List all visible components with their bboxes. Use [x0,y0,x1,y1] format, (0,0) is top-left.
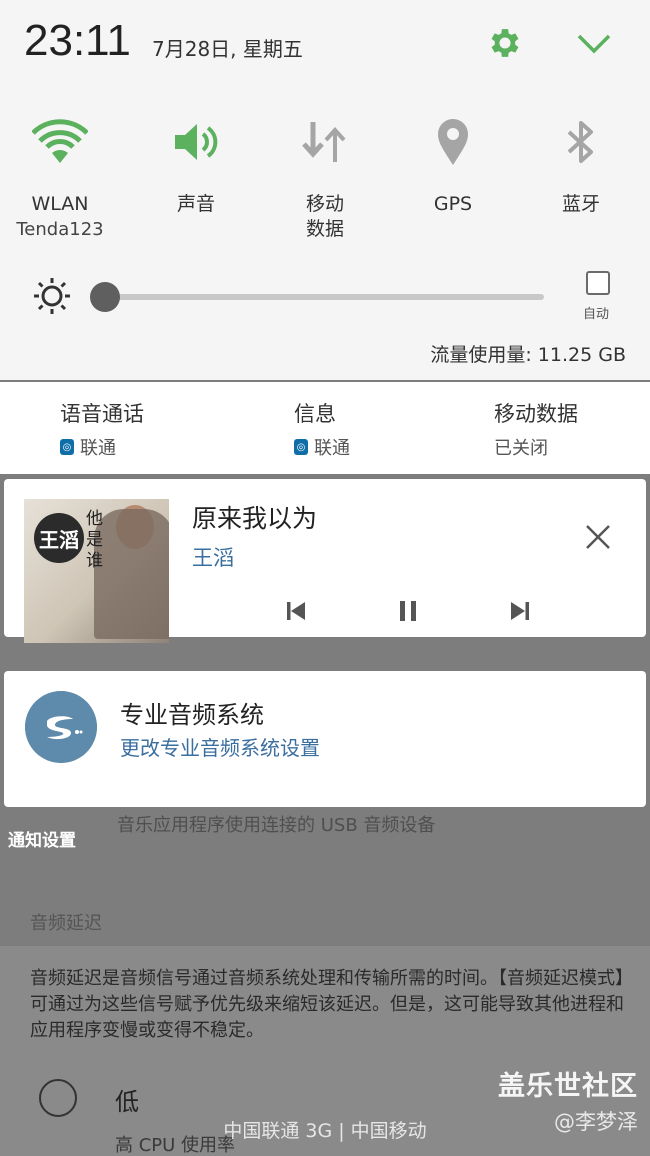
sim-voice-call[interactable]: 语音通话 ◎ 联通 [60,398,144,460]
sim-messages[interactable]: 信息 ◎ 联通 [294,398,350,460]
sim-messages-value: 联通 [314,438,350,459]
wifi-icon [32,119,88,163]
gps-label: GPS [433,193,473,215]
sim-mobile-data[interactable]: 移动数据 已关闭 [494,398,578,460]
volume-icon [175,124,218,160]
wlan-ssid: Tenda123 [16,219,104,240]
pro-audio-title: 专业音频系统 [120,701,264,729]
auto-brightness-checkbox[interactable] [586,271,610,295]
sim-data-title: 移动数据 [494,402,578,426]
toggle-sound[interactable]: 声音 [146,112,246,217]
watermark-author: @李梦泽 [554,1110,638,1134]
song-title: 原来我以为 [192,504,318,533]
bluetooth-icon [567,121,593,163]
album-art-title-vertical: 他是谁 [86,509,103,571]
usb-audio-description: 音乐应用程序使用连接的 USB 音频设备 [117,815,436,836]
sim-voice-title: 语音通话 [60,402,144,426]
album-art: 王滔 他是谁 [24,499,169,643]
toggle-mobile-data[interactable]: 移动 数据 [275,112,375,242]
sim-voice-value: 联通 [80,438,116,459]
brightness-slider-thumb[interactable] [90,282,120,312]
album-art-title-big: 王滔 [34,513,84,563]
sim-icon: ◎ [60,439,74,455]
pro-audio-subtitle: 更改专业音频系统设置 [120,736,320,760]
chevron-down-icon[interactable] [576,30,612,58]
next-track-icon[interactable] [505,596,535,626]
auto-brightness-label: 自动 [583,307,610,322]
notification-settings-link[interactable]: 通知设置 [8,826,76,851]
pro-audio-notification[interactable]: 专业音频系统 更改专业音频系统设置 [4,671,646,807]
artist-name: 王滔 [192,546,234,570]
mobile-data-label: 移动 [305,193,344,215]
toggle-wlan[interactable]: WLAN Tenda123 [10,112,110,243]
clock: 23:11 [24,16,131,65]
brightness-icon [34,278,70,314]
toggle-gps[interactable]: GPS [403,112,503,217]
low-latency-label: 低 [115,1088,139,1116]
close-icon[interactable] [582,521,614,553]
pro-audio-icon [25,691,97,763]
audio-latency-heading: 音频延迟 [30,913,102,934]
music-notification[interactable]: 王滔 他是谁 原来我以为 王滔 [4,479,646,643]
bluetooth-label: 蓝牙 [561,193,600,215]
low-latency-radio[interactable] [39,1079,77,1117]
gear-icon[interactable] [486,24,524,62]
audio-latency-description: 音频延迟是音频信号通过音频系统处理和传输所需的时间。【音频延迟模式】可通过为这些… [30,968,624,1041]
mobile-data-label-2: 数据 [305,218,344,240]
pause-icon[interactable] [393,596,423,626]
location-icon [438,119,468,165]
brightness-slider[interactable] [104,294,544,300]
sim-settings-strip: 语音通话 ◎ 联通 信息 ◎ 联通 移动数据 已关闭 [0,382,650,474]
data-usage: 流量使用量: 11.25 GB [430,344,626,366]
date: 7月28日, 星期五 [152,37,303,61]
sound-label: 声音 [176,193,215,215]
wlan-label: WLAN [31,193,89,215]
sim-messages-title: 信息 [294,402,336,426]
carrier-label: 中国联通 3G | 中国移动 [223,1120,427,1142]
sim-icon: ◎ [294,439,308,455]
sim-data-value: 已关闭 [494,438,548,459]
toggle-bluetooth[interactable]: 蓝牙 [531,112,631,217]
mobile-data-icon [302,122,346,162]
previous-track-icon[interactable] [281,596,311,626]
watermark-title: 盖乐世社区 [498,1071,638,1102]
